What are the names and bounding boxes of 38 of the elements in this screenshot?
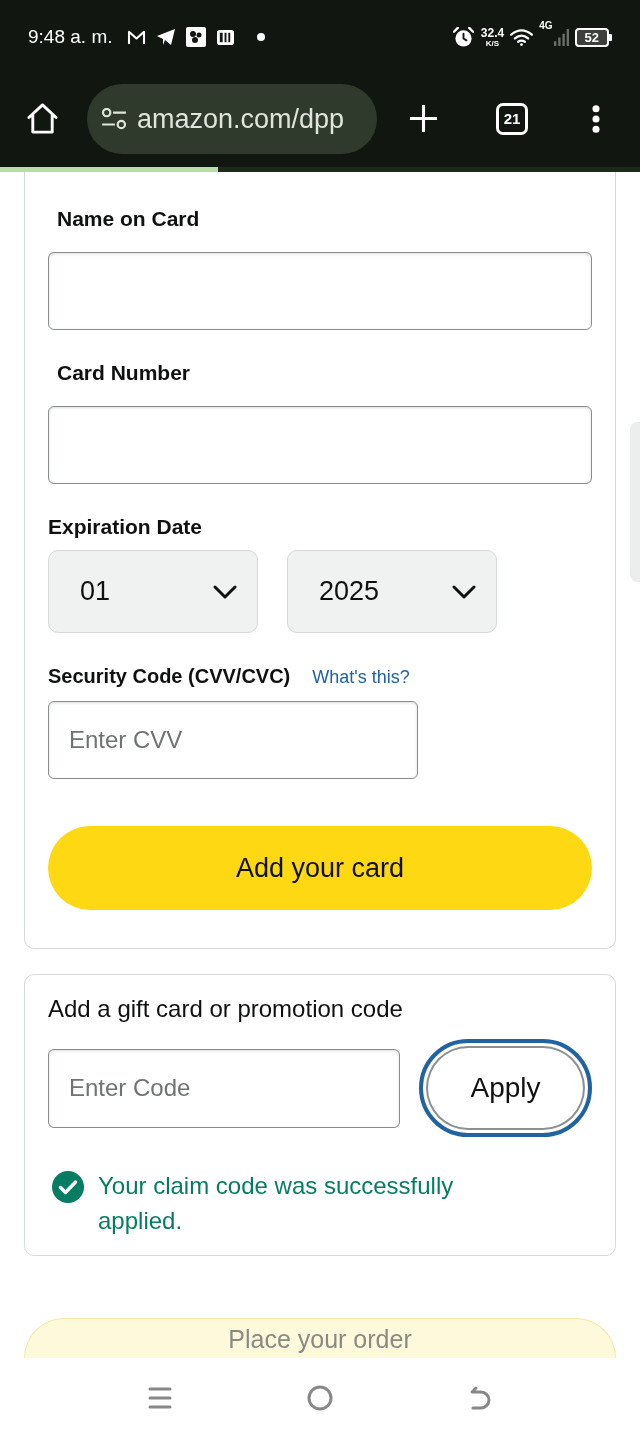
input-field[interactable] (48, 406, 592, 484)
field-label: Security Code (CVV/CVC) (48, 664, 291, 689)
year-select[interactable]: 2025 (287, 550, 497, 633)
wifi-icon (510, 28, 534, 46)
apply-button[interactable]: Apply (419, 1039, 592, 1137)
site-settings-icon[interactable] (101, 107, 127, 130)
app-icon (215, 28, 235, 46)
network-type: 4G (539, 20, 553, 31)
success-message: Your claim code was successfully applied. (98, 1171, 455, 1236)
network-speed-value: 32.4 (480, 26, 505, 39)
alarm-clock-icon (452, 26, 474, 48)
paper-plane-icon (155, 28, 176, 46)
month-select[interactable]: 01 (48, 550, 258, 633)
mail-icon (126, 29, 146, 45)
clock-time: 9:48 a. m. (28, 26, 113, 48)
field-label: Card Number (57, 360, 191, 386)
more-options-icon[interactable] (592, 104, 600, 133)
field-label: Expiration Date (48, 514, 203, 540)
help-link[interactable]: What's this? (312, 666, 410, 688)
home-icon[interactable] (26, 102, 59, 135)
field-label: Name on Card (57, 206, 200, 232)
promo-code-field[interactable]: Enter Code (48, 1048, 400, 1128)
notification-dot-icon (256, 33, 265, 41)
chevron-down-icon (213, 584, 237, 599)
app-icon (185, 27, 206, 47)
home-button-icon[interactable] (307, 1384, 333, 1411)
plus-icon[interactable] (409, 104, 438, 133)
address-bar[interactable]: amazon.com/dpp (87, 83, 377, 154)
check-circle-icon (52, 1171, 84, 1203)
battery-indicator: 52 (574, 27, 612, 47)
cvv-field[interactable]: Enter CVV (48, 701, 418, 779)
promo-title: Add a gift card or promotion code (48, 995, 403, 1023)
chevron-down-icon (452, 584, 476, 599)
input-field[interactable] (48, 252, 592, 330)
signal-icon (553, 28, 569, 46)
add-card-button[interactable]: Add your card (48, 826, 592, 910)
network-speed-unit: K/S (485, 38, 500, 48)
tab-switcher[interactable]: 21 (496, 102, 528, 135)
